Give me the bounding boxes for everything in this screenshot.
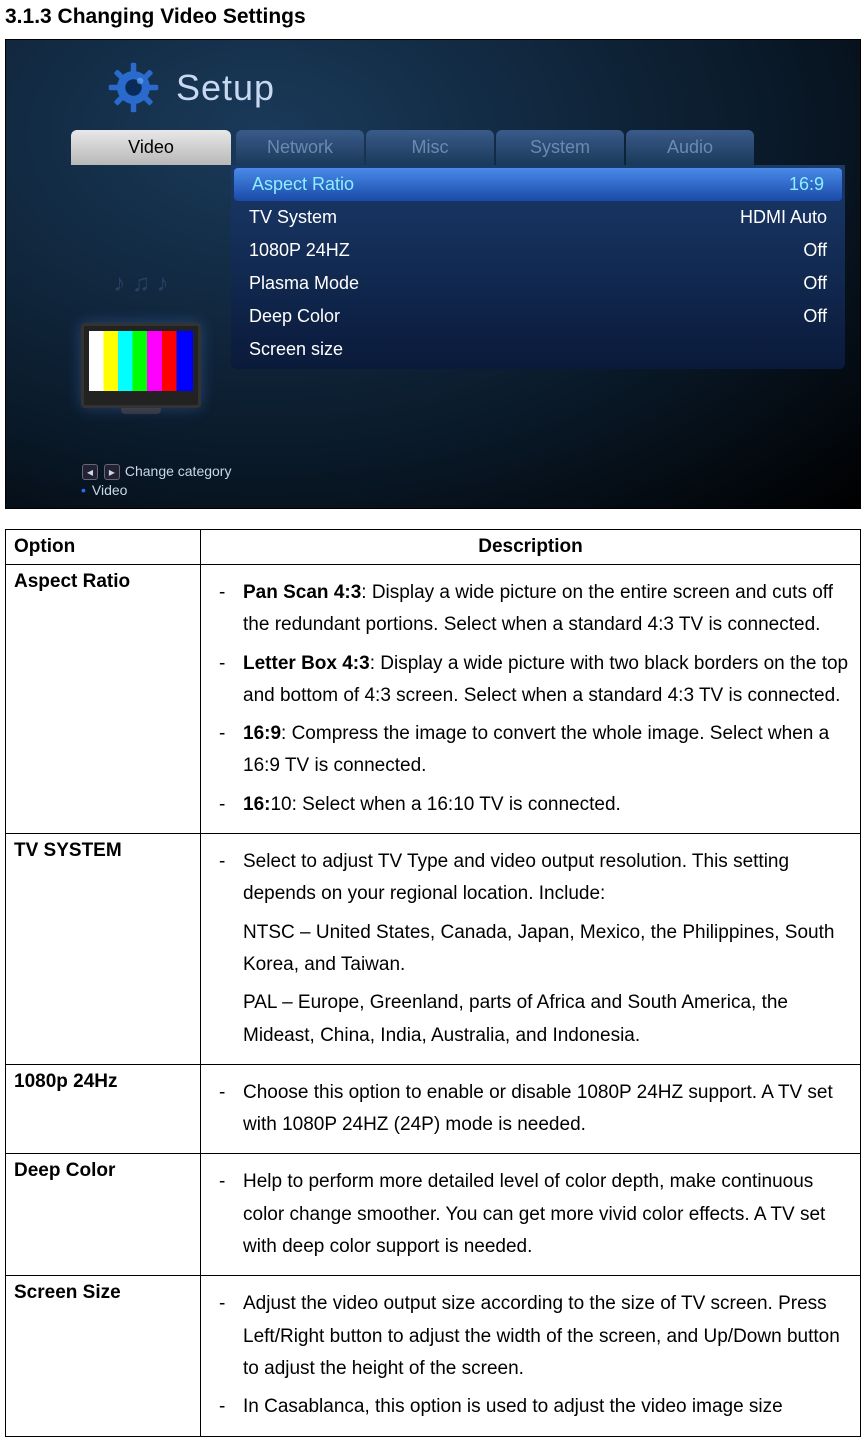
option-name: 1080p 24Hz bbox=[6, 1064, 201, 1154]
label: Screen size bbox=[249, 339, 343, 360]
row-1080p-24hz: 1080p 24Hz Choose this option to enable … bbox=[6, 1064, 861, 1154]
settings-list: Aspect Ratio 16:9 TV System HDMI Auto 10… bbox=[231, 165, 845, 369]
section-heading: 3.1.3 Changing Video Settings bbox=[0, 0, 866, 39]
header-description: Description bbox=[201, 530, 861, 565]
list-item: In Casablanca, this option is used to ad… bbox=[209, 1391, 852, 1423]
footer-hint: ◂ ▸ Change category •Video bbox=[81, 463, 231, 498]
list-item: Help to perform more detailed level of c… bbox=[209, 1166, 852, 1263]
hint-text: Change category bbox=[125, 463, 232, 479]
value: HDMI Auto bbox=[740, 207, 827, 228]
gear-icon bbox=[106, 60, 161, 115]
label: TV System bbox=[249, 207, 337, 228]
list-item: Adjust the video output size according t… bbox=[209, 1288, 852, 1385]
setup-title: Setup bbox=[176, 67, 275, 109]
tab-misc[interactable]: Misc bbox=[366, 130, 494, 165]
option-name: Screen Size bbox=[6, 1276, 201, 1436]
label: Plasma Mode bbox=[249, 273, 359, 294]
option-name: Aspect Ratio bbox=[6, 565, 201, 834]
list-item: Pan Scan 4:3: Display a wide picture on … bbox=[209, 577, 852, 642]
row-tv-system: TV SYSTEM Select to adjust TV Type and v… bbox=[6, 834, 861, 1065]
tab-network[interactable]: Network bbox=[236, 130, 364, 165]
options-table: Option Description Aspect Ratio Pan Scan… bbox=[5, 529, 861, 1437]
value: Off bbox=[803, 240, 827, 261]
value: 16:9 bbox=[789, 174, 824, 195]
setting-screen-size[interactable]: Screen size bbox=[231, 333, 845, 366]
setting-plasma-mode[interactable]: Plasma Mode Off bbox=[231, 267, 845, 300]
category-tabs: Video Network Misc System Audio bbox=[71, 130, 860, 165]
label: Aspect Ratio bbox=[252, 174, 354, 195]
value: Off bbox=[803, 273, 827, 294]
list-item: 16:10: Select when a 16:10 TV is connect… bbox=[209, 789, 852, 821]
header-option: Option bbox=[6, 530, 201, 565]
row-deep-color: Deep Color Help to perform more detailed… bbox=[6, 1154, 861, 1276]
setting-deep-color[interactable]: Deep Color Off bbox=[231, 300, 845, 333]
right-arrow-icon: ▸ bbox=[104, 464, 120, 480]
setting-1080p-24hz[interactable]: 1080P 24HZ Off bbox=[231, 234, 845, 267]
setting-tv-system[interactable]: TV System HDMI Auto bbox=[231, 201, 845, 234]
option-name: Deep Color bbox=[6, 1154, 201, 1276]
tab-audio[interactable]: Audio bbox=[626, 130, 754, 165]
row-screen-size: Screen Size Adjust the video output size… bbox=[6, 1276, 861, 1436]
desc-paragraph: PAL – Europe, Greenland, parts of Africa… bbox=[209, 987, 852, 1052]
list-item: Choose this option to enable or disable … bbox=[209, 1077, 852, 1142]
label: 1080P 24HZ bbox=[249, 240, 350, 261]
value: Off bbox=[803, 306, 827, 327]
hint-sub: Video bbox=[92, 482, 128, 498]
tab-video[interactable]: Video bbox=[71, 130, 231, 165]
setup-screenshot: Setup Video Network Misc System Audio As… bbox=[5, 39, 861, 509]
list-item: 16:9: Compress the image to convert the … bbox=[209, 718, 852, 783]
row-aspect-ratio: Aspect Ratio Pan Scan 4:3: Display a wid… bbox=[6, 565, 861, 834]
label: Deep Color bbox=[249, 306, 340, 327]
option-name: TV SYSTEM bbox=[6, 834, 201, 1065]
tv-preview-icon bbox=[81, 323, 201, 408]
list-item: Select to adjust TV Type and video outpu… bbox=[209, 846, 852, 911]
sidebar-decoration: ♪ ♫ ♪ bbox=[76, 270, 206, 414]
tab-system[interactable]: System bbox=[496, 130, 624, 165]
left-arrow-icon: ◂ bbox=[82, 464, 98, 480]
list-item: Letter Box 4:3: Display a wide picture w… bbox=[209, 648, 852, 713]
setting-aspect-ratio[interactable]: Aspect Ratio 16:9 bbox=[234, 168, 842, 201]
desc-paragraph: NTSC – United States, Canada, Japan, Mex… bbox=[209, 917, 852, 982]
music-note-icon: ♪ ♫ ♪ bbox=[76, 270, 206, 298]
